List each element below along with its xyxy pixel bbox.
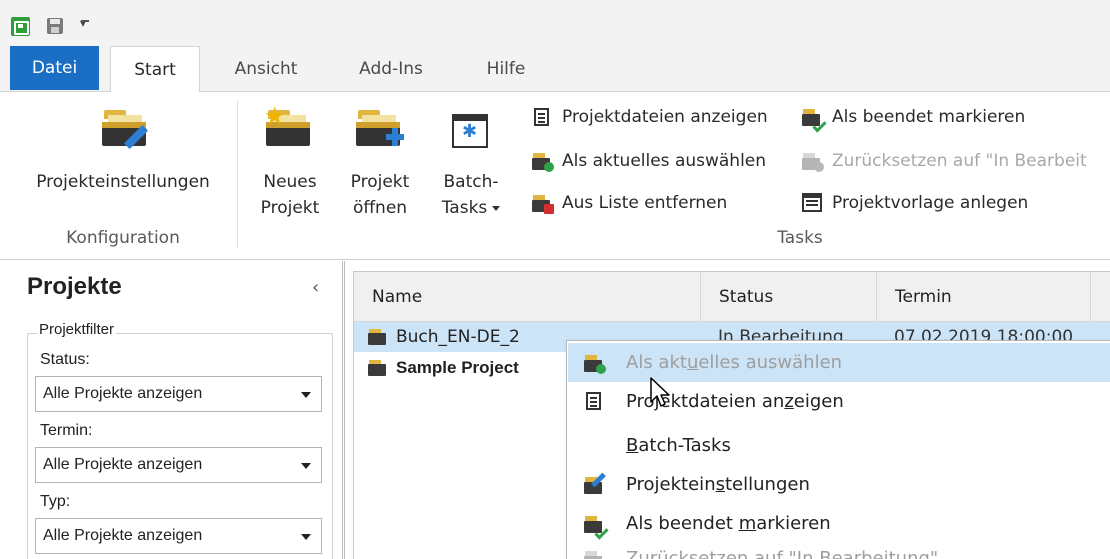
typ-filter-label: Typ: (40, 493, 71, 510)
ribbon: Projekteinstellungen Konfiguration ★ Neu… (0, 92, 1110, 260)
template-icon (802, 193, 822, 212)
batch-tasks-icon (452, 114, 488, 148)
menu-item-zuruecksetzen[interactable]: Zurücksetzen auf "In Bearbeitung" (568, 544, 1110, 559)
tab-hilfe[interactable]: Hilfe (462, 46, 550, 92)
ribbon-separator (237, 100, 238, 248)
batch-tasks-label-1: Batch- (443, 172, 499, 192)
tab-datei[interactable]: Datei (10, 46, 99, 90)
projekteinstellungen-button[interactable]: Projekteinstellungen (20, 104, 226, 214)
quick-access-toolbar: ▾ (0, 0, 1110, 46)
batch-tasks-button[interactable]: Batch- Tasks (428, 104, 514, 224)
menu-item-label: Projekteinstellungen (626, 474, 810, 495)
folder-select-icon (584, 354, 606, 374)
projekt-oeffnen-label-2: öffnen (352, 198, 408, 218)
projekt-oeffnen-label-1: Projekt (350, 172, 410, 192)
menu-item-batch-tasks[interactable]: Batch-Tasks (568, 426, 1110, 465)
batch-tasks-label-2: Tasks (441, 198, 488, 218)
typ-filter-select[interactable]: Alle Projekte anzeigen (35, 518, 322, 554)
termin-filter-label: Termin: (40, 422, 93, 439)
neues-projekt-label-2: Projekt (260, 198, 320, 218)
projekteinstellungen-label: Projekteinstellungen (36, 172, 210, 192)
row-termin: 07.02.2019 18:00:00 (894, 327, 1074, 340)
panel-title: Projekte (27, 273, 122, 300)
document-icon (586, 392, 601, 410)
folder-settings-icon (102, 110, 149, 150)
aus-liste-entfernen-label: Aus Liste entfernen (562, 193, 728, 213)
folder-select-icon (532, 152, 554, 172)
projektdateien-anzeigen-label: Projektdateien anzeigen (562, 107, 768, 127)
project-folder-icon (368, 329, 386, 345)
ribbon-tabs: Datei Start Ansicht Add-Ins Hilfe (0, 46, 1110, 93)
folder-reset-icon (802, 152, 824, 172)
column-header-termin[interactable]: Termin (876, 272, 1090, 322)
projektdateien-anzeigen-button[interactable]: Projektdateien anzeigen (532, 100, 792, 134)
zuruecksetzen-label: Zurücksetzen auf "In Bearbeit (832, 151, 1087, 171)
zuruecksetzen-button[interactable]: Zurücksetzen auf "In Bearbeit (802, 144, 1110, 178)
tab-add-ins[interactable]: Add-Ins (336, 46, 446, 92)
projektvorlage-anlegen-button[interactable]: Projektvorlage anlegen (802, 186, 1102, 220)
termin-filter-select[interactable]: Alle Projekte anzeigen (35, 447, 322, 483)
neues-projekt-label-1: Neues (263, 172, 317, 192)
status-filter-select[interactable]: Alle Projekte anzeigen (35, 376, 322, 412)
folder-complete-icon (802, 108, 827, 133)
row-name: Buch_EN-DE_2 (396, 327, 520, 347)
filter-legend: Projektfilter (37, 321, 117, 338)
folder-settings-icon (584, 472, 606, 494)
context-menu: Als aktuelles auswählen Projektdateien a… (566, 340, 1110, 559)
tab-start[interactable]: Start (110, 46, 200, 93)
aus-liste-entfernen-button[interactable]: Aus Liste entfernen (532, 186, 792, 220)
als-beendet-markieren-button[interactable]: Als beendet markieren (802, 100, 1102, 134)
status-filter-label: Status: (40, 351, 90, 368)
column-header-extra[interactable] (1090, 272, 1110, 322)
projekt-oeffnen-button[interactable]: Projekt öffnen (338, 104, 422, 224)
group-label-konfiguration: Konfiguration (66, 228, 180, 248)
row-status: In Bearbeitung (718, 327, 844, 340)
customize-toolbar-icon[interactable]: ▾ (80, 17, 90, 29)
document-icon (534, 108, 549, 126)
column-header-name[interactable]: Name (354, 272, 700, 322)
tab-ansicht[interactable]: Ansicht (214, 46, 318, 92)
menu-item-label: Als beendet markieren (626, 513, 831, 534)
projects-panel: Projekte ‹ Projektfilter Status: Alle Pr… (0, 261, 343, 559)
projektvorlage-anlegen-label: Projektvorlage anlegen (832, 193, 1029, 213)
als-beendet-markieren-label: Als beendet markieren (832, 107, 1026, 127)
collapse-panel-icon[interactable]: ‹ (312, 277, 319, 298)
app-icon[interactable] (11, 17, 30, 36)
project-folder-icon (368, 360, 386, 376)
menu-item-projekteinstellungen[interactable]: Projekteinstellungen (568, 465, 1110, 504)
menu-item-label: Zurücksetzen auf "In Bearbeitung" (626, 548, 939, 559)
group-label-tasks: Tasks (777, 228, 823, 248)
folder-remove-icon (532, 194, 554, 214)
folder-reset-icon (584, 550, 604, 559)
grid-header: Name Status Termin (354, 272, 1110, 322)
dropdown-arrow-icon (492, 205, 501, 211)
als-aktuelles-auswaehlen-label: Als aktuelles auswählen (562, 151, 767, 171)
folder-complete-icon (584, 515, 609, 540)
new-project-icon: ★ (264, 104, 312, 146)
menu-item-als-beendet-markieren[interactable]: Als beendet markieren (568, 504, 1110, 543)
open-project-icon (356, 110, 404, 146)
row-name: Sample Project (396, 358, 519, 377)
als-aktuelles-auswaehlen-button[interactable]: Als aktuelles auswählen (532, 144, 792, 178)
menu-item-label: Batch-Tasks (626, 435, 731, 456)
column-header-status[interactable]: Status (700, 272, 876, 322)
neues-projekt-button[interactable]: ★ Neues Projekt (250, 104, 330, 224)
save-icon[interactable] (47, 18, 63, 34)
